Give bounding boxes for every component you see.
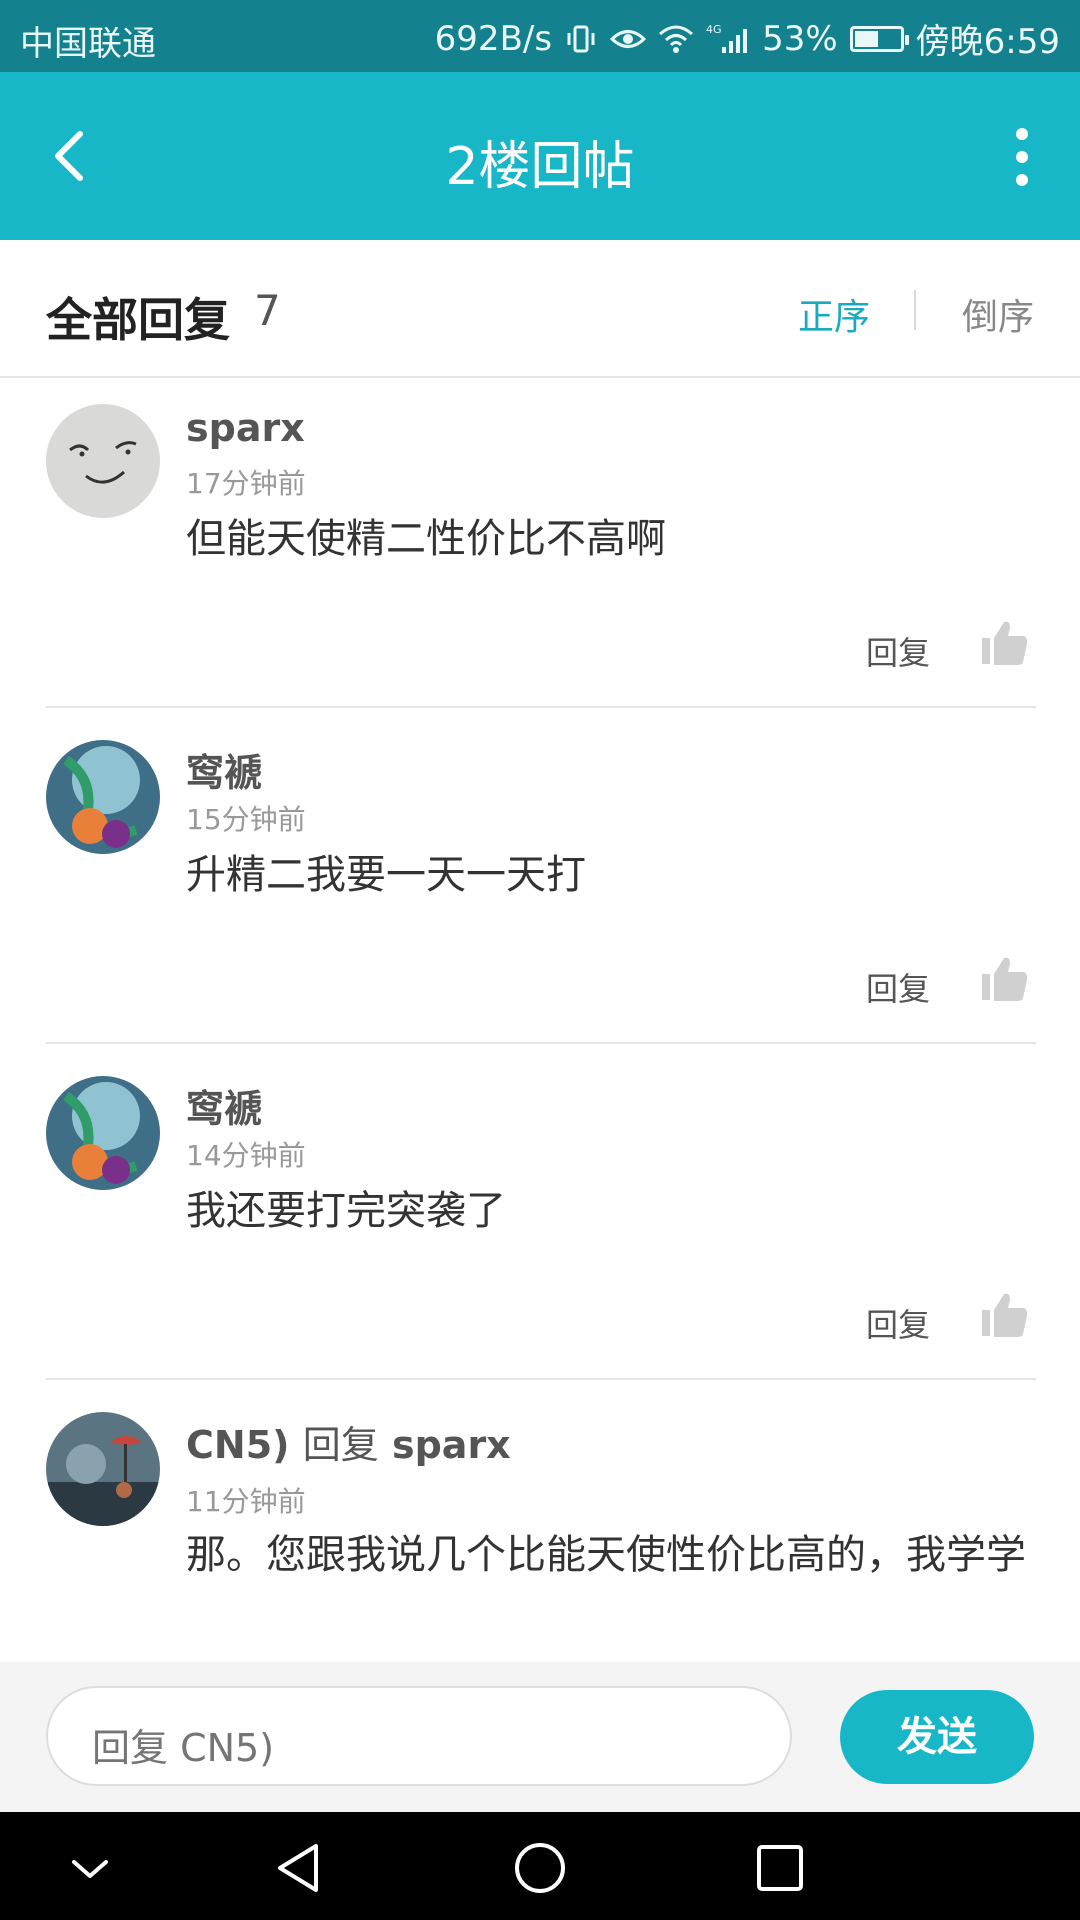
eye-icon (610, 24, 647, 54)
nav-recents-button[interactable] (752, 1840, 808, 1896)
carrier-name: 中国联通 (20, 24, 156, 64)
status-bar: 中国联通 692B/s 4G 53% 傍晚6:59 (0, 0, 1080, 72)
avatar[interactable] (46, 404, 160, 518)
sort-bar: 全部回复 7 正序 倒序 (0, 240, 1080, 378)
timestamp: 11分钟前 (186, 1485, 306, 1518)
all-replies-label: 全部回复 (46, 293, 230, 347)
nav-back-button[interactable] (272, 1840, 328, 1896)
avatar[interactable] (46, 1412, 160, 1526)
circle-home-icon (515, 1843, 565, 1893)
username[interactable]: 窎褫 (186, 1078, 262, 1133)
square-recents-icon (757, 1845, 803, 1891)
comment-text: 但能天使精二性价比不高啊 (186, 516, 666, 562)
reply-bar: 发送 (0, 1662, 1080, 1812)
battery-percent: 53% (762, 18, 838, 59)
battery-icon (849, 25, 909, 52)
vibrate-icon (564, 22, 598, 56)
comment-text: 那。您跟我说几个比能天使性价比高的，我学学 (186, 1532, 1026, 1578)
username: CN5) 回复 sparx (186, 1414, 511, 1469)
thumbs-up-icon (982, 1293, 1028, 1337)
divider (46, 706, 1036, 708)
divider (46, 1378, 1036, 1380)
hide-keyboard-button[interactable] (62, 1840, 118, 1896)
thumbs-up-icon (982, 957, 1028, 1001)
sort-descending-button[interactable]: 倒序 (962, 288, 1034, 340)
page-title: 2楼回帖 (445, 137, 635, 197)
thumbs-up-icon (982, 621, 1028, 665)
reply-button[interactable]: 回复 (866, 628, 930, 674)
comment-text: 升精二我要一天一天打 (186, 852, 586, 898)
reply-target[interactable]: sparx (392, 1423, 511, 1467)
status-icons: 692B/s 4G 53% 傍晚6:59 (435, 14, 1060, 63)
avatar[interactable] (46, 1076, 160, 1190)
send-button[interactable]: 发送 (840, 1690, 1034, 1784)
reply-author[interactable]: CN5) (186, 1423, 290, 1467)
battery-fill (854, 30, 878, 47)
timestamp: 14分钟前 (186, 1139, 306, 1172)
anime-avatar-icon (46, 1076, 160, 1190)
network-speed: 692B/s (434, 18, 553, 59)
robot-avatar-icon (46, 1412, 160, 1526)
timestamp: 17分钟前 (186, 467, 306, 500)
timestamp: 15分钟前 (186, 803, 306, 836)
reply-input[interactable] (46, 1686, 792, 1786)
more-vertical-icon (1016, 128, 1028, 186)
smiley-avatar-icon (46, 404, 160, 518)
reply-word: 回复 (302, 1423, 379, 1467)
chevron-down-icon (72, 1860, 108, 1878)
anime-avatar-icon (46, 740, 160, 854)
like-button[interactable] (980, 954, 1030, 1004)
more-button[interactable] (1002, 122, 1042, 192)
username[interactable]: sparx (186, 406, 305, 450)
signal-icon: 4G (706, 23, 750, 55)
username[interactable]: 窎褫 (186, 742, 262, 797)
divider (46, 1042, 1036, 1044)
sort-divider (914, 290, 916, 330)
reply-button[interactable]: 回复 (866, 1300, 930, 1346)
system-nav-bar (0, 1812, 1080, 1920)
reply-count: 7 (254, 286, 281, 335)
like-button[interactable] (980, 1290, 1030, 1340)
svg-text:4G: 4G (706, 23, 722, 36)
sort-ascending-button[interactable]: 正序 (798, 288, 870, 340)
app-bar: 2楼回帖 (0, 72, 1080, 240)
nav-home-button[interactable] (512, 1840, 568, 1896)
reply-button[interactable]: 回复 (866, 964, 930, 1010)
clock: 傍晚6:59 (915, 22, 1060, 62)
like-button[interactable] (980, 618, 1030, 668)
comment-text: 我还要打完突袭了 (186, 1188, 506, 1234)
avatar[interactable] (46, 740, 160, 854)
triangle-back-icon (278, 1844, 318, 1892)
wifi-icon (658, 24, 694, 54)
